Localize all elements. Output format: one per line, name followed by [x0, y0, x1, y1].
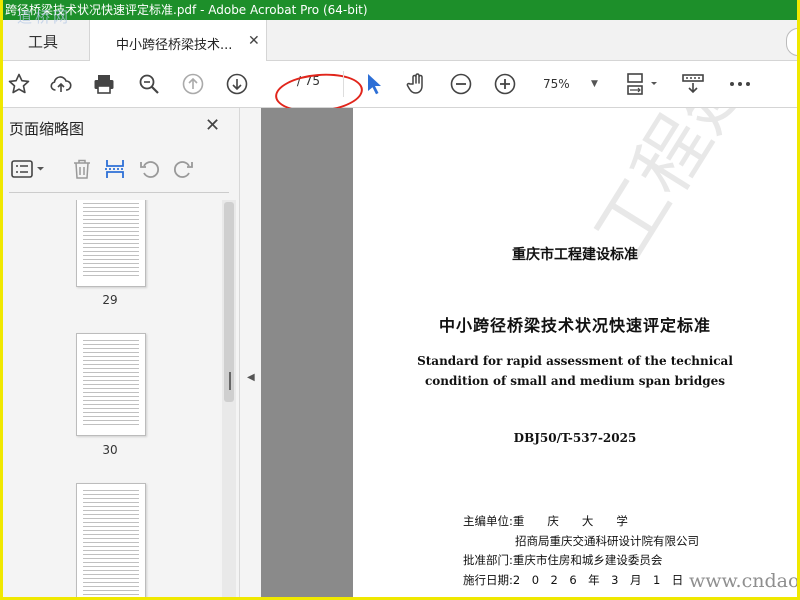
panel-title: 页面缩略图 [9, 120, 85, 138]
page-thumbnail[interactable] [76, 333, 146, 436]
zoom-out-icon[interactable] [449, 72, 473, 96]
scroll-mode-icon[interactable] [681, 72, 705, 96]
new-tab-button[interactable] [786, 28, 797, 56]
pdf-page: 工程建设 重庆市工程建设标准 中小跨径桥梁技术状况快速评定标准 Standard… [353, 108, 797, 597]
more-icon[interactable] [728, 72, 752, 96]
thumbnail-list: 29 30 [3, 200, 221, 597]
select-cursor-icon[interactable] [363, 72, 387, 96]
collapse-panel-icon[interactable]: ◀ [247, 372, 255, 383]
insert-page-icon[interactable] [104, 158, 126, 180]
fit-page-icon[interactable] [625, 72, 661, 96]
document-view[interactable]: 工程建设 重庆市工程建设标准 中小跨径桥梁技术状况快速评定标准 Standard… [261, 108, 797, 597]
doc-approval-dept: 批准部门:重庆市住房和城乡建设委员会 [463, 553, 663, 567]
thumbnail-options-icon[interactable] [11, 158, 45, 180]
doc-standard-code: DBJ50/T-537-2025 [513, 431, 637, 445]
doc-effective-date: 施行日期:2 0 2 6 年 3 月 1 日 [463, 573, 684, 587]
panel-splitter[interactable] [239, 108, 261, 597]
zoom-in-icon[interactable] [493, 72, 517, 96]
prev-page-icon[interactable] [181, 72, 205, 96]
zoom-value: 75% [543, 77, 570, 91]
doc-editor-unit: 主编单位:重 庆 大 学 [463, 514, 628, 528]
main-toolbar: / 75 75% ▼ [3, 61, 797, 116]
thumbnail-page-number: 29 [102, 293, 118, 307]
doc-org-heading: 重庆市工程建设标准 [512, 247, 638, 263]
toolbar-divider [343, 71, 344, 97]
hand-tool-icon[interactable] [405, 72, 429, 96]
zoom-out-search-icon[interactable] [137, 72, 161, 96]
acrobat-window: 跨径桥梁技术状况快速评定标准.pdf - Adobe Acrobat Pro (… [3, 0, 797, 597]
thumbnail-page-number: 30 [102, 443, 118, 457]
panel-divider [9, 192, 229, 193]
rotate-ccw-icon[interactable] [139, 158, 161, 180]
site-logo-watermark: 道桥网 [17, 8, 72, 26]
close-panel-icon[interactable]: ✕ [205, 115, 220, 136]
doc-editor-unit-2: 招商局重庆交通科研设计院有限公司 [515, 534, 699, 548]
tab-document-label: 中小跨径桥梁技术... [116, 38, 233, 53]
tab-document[interactable]: 中小跨径桥梁技术... ✕ [89, 20, 267, 61]
page-thumbnail[interactable] [76, 483, 146, 597]
next-page-icon[interactable] [225, 72, 249, 96]
zoom-select[interactable]: 75% ▼ [543, 74, 605, 94]
cloud-upload-icon[interactable] [49, 72, 73, 96]
star-icon[interactable] [7, 72, 31, 96]
doc-english-title-line2: condition of small and medium span bridg… [424, 374, 726, 388]
rotate-cw-icon[interactable] [172, 158, 194, 180]
window-title: 跨径桥梁技术状况快速评定标准.pdf - Adobe Acrobat Pro (… [3, 0, 797, 20]
panel-toolbar [3, 148, 239, 192]
doc-title: 中小跨径桥梁技术状况快速评定标准 [438, 316, 711, 335]
doc-english-title-line1: Standard for rapid assessment of the tec… [417, 354, 733, 368]
tab-bar: 工具 中小跨径桥梁技术... ✕ [3, 20, 797, 61]
chevron-down-icon: ▼ [591, 79, 598, 89]
splitter-grip[interactable] [229, 372, 231, 390]
site-url-watermark: www.cndao.com [689, 570, 797, 592]
close-tab-icon[interactable]: ✕ [248, 33, 260, 49]
page-thumbnail[interactable] [76, 200, 146, 287]
delete-page-icon[interactable] [71, 158, 93, 180]
thumbnail-scrollbar[interactable] [222, 200, 236, 597]
printer-icon[interactable] [92, 72, 116, 96]
